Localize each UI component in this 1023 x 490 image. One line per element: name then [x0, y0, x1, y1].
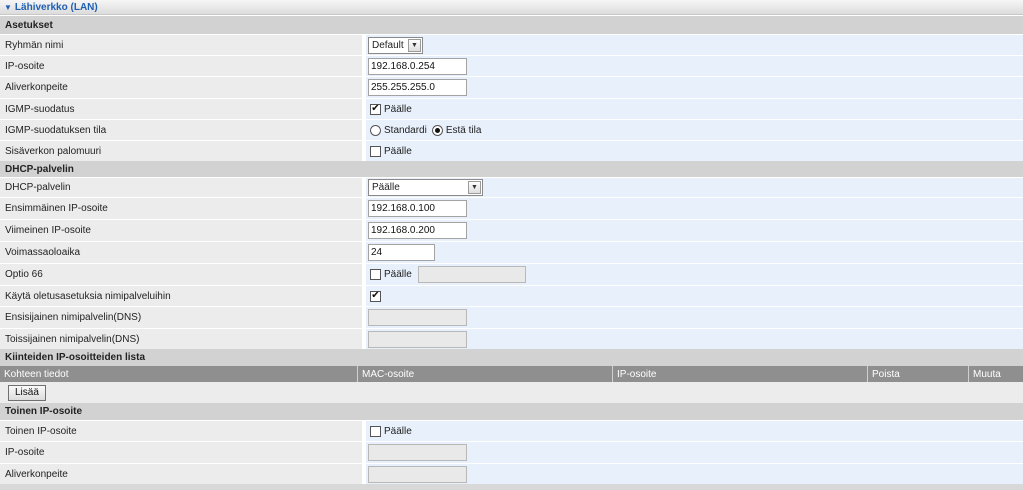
ip-address-input[interactable]: 192.168.0.254 [368, 57, 467, 75]
last-ip-label: Viimeinen IP-osoite [0, 220, 364, 241]
row-last-ip: Viimeinen IP-osoite 192.168.0.200 [0, 219, 1023, 241]
first-ip-input[interactable]: 192.168.0.100 [368, 200, 467, 217]
lease-time-label: Voimassaoloaika [0, 242, 364, 263]
row-dhcp-server: DHCP-palvelin Päälle ▼ [0, 177, 1023, 197]
lan-firewall-label: Sisäverkon palomuuri [0, 141, 364, 161]
igmp-standard-radio[interactable] [370, 124, 381, 136]
panel-title: Lähiverkko (LAN) [14, 1, 98, 13]
first-ip-label: Ensimmäinen IP-osoite [0, 198, 364, 219]
column-header-delete: Poista [868, 366, 969, 382]
section-settings-title: Asetukset [5, 19, 53, 31]
lan-firewall-checkbox[interactable] [370, 145, 381, 157]
column-header-edit: Muuta [973, 368, 1001, 380]
row-default-dns: Käytä oletusasetuksia nimipalveluihin ✔ [0, 285, 1023, 306]
primary-dns-input[interactable] [368, 309, 467, 326]
option66-option-label: Päälle [384, 269, 412, 280]
row-ip-address: IP-osoite 192.168.0.254 [0, 55, 1023, 76]
secondary-subnet-mask-label: Aliverkonpeite [0, 464, 364, 484]
column-header-ip: IP-osoite [613, 366, 868, 382]
row-igmp-snooping: IGMP-suodatus ✔ Päälle [0, 98, 1023, 119]
dhcp-server-value: Päälle [372, 182, 400, 193]
igmp-snooping-label: IGMP-suodatus [0, 99, 364, 119]
row-lease-time: Voimassaoloaika 24 [0, 241, 1023, 263]
section-secondary-ip: Toinen IP-osoite [0, 403, 1023, 420]
igmp-standard-label: Standardi [384, 124, 427, 136]
option66-checkbox[interactable] [370, 269, 381, 280]
row-option66: Optio 66 Päälle [0, 263, 1023, 285]
row-lan-firewall: Sisäverkon palomuuri Päälle [0, 140, 1023, 161]
column-header-mac: MAC-osoite [358, 366, 613, 382]
group-name-label: Ryhmän nimi [0, 35, 364, 55]
chevron-down-icon[interactable]: ▼ [408, 38, 421, 52]
dhcp-server-select[interactable]: Päälle ▼ [368, 179, 483, 196]
add-button[interactable]: Lisää [8, 384, 46, 401]
static-list-table-header: Kohteen tiedot MAC-osoite IP-osoite Pois… [0, 366, 1023, 382]
section-settings: Asetukset [0, 16, 1023, 34]
bottom-divider [0, 484, 1023, 490]
option66-label: Optio 66 [0, 264, 364, 285]
igmp-snooping-option-label: Päälle [384, 103, 412, 115]
option66-input[interactable] [417, 266, 526, 283]
lease-time-input[interactable]: 24 [368, 244, 435, 261]
secondary-ip-checkbox[interactable] [370, 425, 381, 437]
chevron-down-icon[interactable]: ▼ [468, 181, 481, 194]
igmp-blocking-radio[interactable] [431, 124, 443, 136]
column-header-entry: Kohteen tiedot [0, 366, 358, 382]
group-name-value: Default [372, 39, 404, 51]
row-igmp-mode: IGMP-suodatuksen tila Standardi Estä til… [0, 119, 1023, 140]
row-secondary-subnet-mask: Aliverkonpeite [0, 463, 1023, 484]
primary-dns-label: Ensisijainen nimipalvelin(DNS) [0, 307, 364, 328]
igmp-blocking-label: Estä tila [445, 124, 482, 136]
secondary-ip-enable-label: Toinen IP-osoite [0, 421, 364, 441]
row-primary-dns: Ensisijainen nimipalvelin(DNS) [0, 306, 1023, 328]
subnet-mask-label: Aliverkonpeite [0, 77, 364, 98]
section-secondary-ip-title: Toinen IP-osoite [5, 406, 83, 417]
row-secondary-dns: Toissijainen nimipalvelin(DNS) [0, 328, 1023, 349]
group-name-select[interactable]: Default ▼ [368, 36, 423, 54]
secondary-subnet-mask-input[interactable] [368, 465, 467, 483]
panel-title-bar[interactable]: ▼ Lähiverkko (LAN) [0, 0, 1023, 15]
collapse-triangle-icon[interactable]: ▼ [4, 3, 12, 12]
secondary-ip-address-input[interactable] [368, 444, 467, 461]
default-dns-label: Käytä oletusasetuksia nimipalveluihin [0, 286, 364, 306]
dhcp-server-label: DHCP-palvelin [0, 178, 364, 197]
secondary-dns-input[interactable] [368, 330, 467, 348]
secondary-dns-label: Toissijainen nimipalvelin(DNS) [0, 329, 364, 349]
secondary-ip-option-label: Päälle [384, 425, 412, 437]
lan-firewall-option-label: Päälle [384, 145, 412, 157]
last-ip-input[interactable]: 192.168.0.200 [368, 222, 467, 239]
static-list-add-row: Lisää [0, 382, 1023, 403]
row-secondary-ip-enable: Toinen IP-osoite Päälle [0, 420, 1023, 441]
secondary-ip-address-label: IP-osoite [0, 442, 364, 463]
section-static-list: Kiinteiden IP-osoitteiden lista [0, 349, 1023, 366]
row-first-ip: Ensimmäinen IP-osoite 192.168.0.100 [0, 197, 1023, 219]
row-group-name: Ryhmän nimi Default ▼ [0, 34, 1023, 55]
section-static-list-title: Kiinteiden IP-osoitteiden lista [5, 352, 146, 363]
default-dns-checkbox[interactable]: ✔ [370, 290, 381, 302]
igmp-snooping-checkbox[interactable]: ✔ [370, 103, 381, 115]
ip-address-label: IP-osoite [0, 56, 364, 76]
row-subnet-mask: Aliverkonpeite 255.255.255.0 [0, 76, 1023, 98]
subnet-mask-input[interactable]: 255.255.255.0 [368, 79, 467, 96]
igmp-mode-label: IGMP-suodatuksen tila [0, 120, 364, 140]
section-dhcp: DHCP-palvelin [0, 161, 1023, 177]
row-secondary-ip-address: IP-osoite [0, 441, 1023, 463]
section-dhcp-title: DHCP-palvelin [5, 163, 74, 175]
